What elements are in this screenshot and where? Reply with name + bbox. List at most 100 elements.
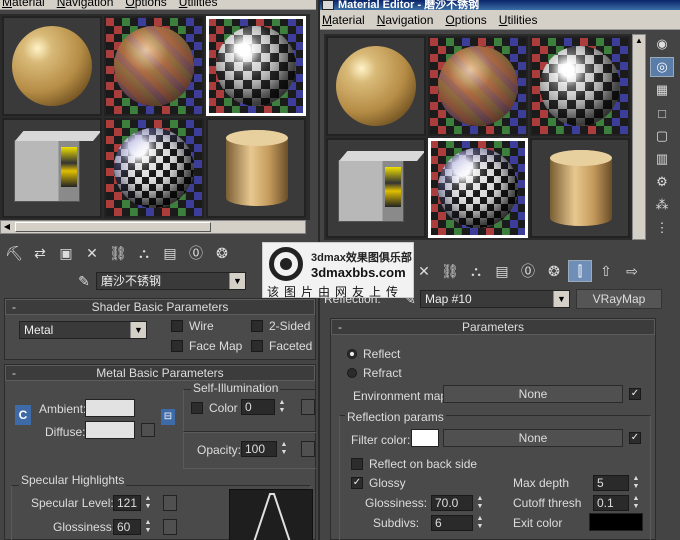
menu-options[interactable]: Options [125,0,166,9]
two-sided-checkbox[interactable] [251,320,263,332]
background-icon[interactable]: ▦ [650,80,674,100]
self-illum-spinner[interactable]: ▲ ▼ [277,399,287,415]
show-map-icon[interactable]: ❂ [542,260,566,282]
environment-map-button[interactable]: None [443,385,623,403]
specular-level-spinner[interactable]: ▲ ▼ [143,495,153,511]
select-by-material-icon[interactable]: ⁂ [650,195,674,215]
sample-type-icon[interactable]: ◉ [650,34,674,54]
make-unique-icon[interactable]: ⛬ [132,242,156,264]
max-depth-field[interactable]: 5 [593,475,629,491]
go-forward-sibling-icon[interactable]: ⇨ [620,260,644,282]
slots-horizontal-scrollbar[interactable]: ◀ [0,220,306,234]
cutoff-thresh-field[interactable]: 0.1 [593,495,629,511]
sample-slot-3[interactable] [206,16,306,116]
cutoff-thresh-spinner[interactable]: ▲ ▼ [631,495,641,511]
uv-tiling-icon[interactable]: □ [650,103,674,123]
metal-rollout-header[interactable]: - Metal Basic Parameters [5,365,315,381]
sample-slot-2[interactable] [104,16,204,116]
map-name-field[interactable]: Map #10 ▼ [420,290,570,308]
sample-slot-1[interactable] [326,36,426,136]
sample-slot-4[interactable] [326,138,426,238]
scroll-thumb[interactable] [15,222,211,232]
sample-slot-5[interactable] [104,118,204,218]
get-material-icon[interactable]: ⛏ [2,242,26,264]
dropdown-arrow-icon[interactable]: ▼ [130,322,146,338]
glossiness-spinner[interactable]: ▲ ▼ [475,495,485,511]
reflect-back-side-checkbox[interactable] [351,458,363,470]
environment-map-checkbox[interactable]: ✓ [629,388,641,400]
self-illum-map-button[interactable] [301,399,315,415]
map-type-button[interactable]: VRayMap [576,289,662,309]
go-to-parent-icon[interactable]: ⇧ [594,260,618,282]
make-copy-icon[interactable]: ⛓ [438,260,462,282]
reset-icon[interactable]: ✕ [80,242,104,264]
ambient-color-swatch[interactable] [85,399,135,417]
make-preview-icon[interactable]: ▥ [650,149,674,169]
assign-material-icon[interactable]: ▣ [54,242,78,264]
diffuse-map-button[interactable] [141,423,155,437]
opacity-field[interactable]: 100 [241,441,277,457]
sample-slot-6[interactable] [206,118,306,218]
put-to-library-icon[interactable]: ▤ [490,260,514,282]
make-copy-icon[interactable]: ⛓ [106,242,130,264]
material-navigator-icon[interactable]: ⋮ [650,218,674,238]
specular-level-field[interactable]: 121 [113,495,141,511]
sample-slot-3[interactable] [530,36,630,136]
options-icon[interactable]: ⚙ [650,172,674,192]
menu-utilities[interactable]: Utilities [499,13,538,27]
menu-material[interactable]: Material [322,13,365,27]
self-illum-color-checkbox[interactable] [191,402,203,414]
put-to-scene-icon[interactable]: ⇄ [28,242,52,264]
material-effects-icon[interactable]: ⓪ [516,260,540,282]
exit-color-swatch[interactable] [589,513,643,531]
dropdown-arrow-icon[interactable]: ▼ [553,291,569,307]
glossiness-field[interactable]: 70.0 [431,495,473,511]
reset-icon[interactable]: ✕ [412,260,436,282]
show-map-icon[interactable]: ❂ [210,242,234,264]
filter-color-swatch[interactable] [411,429,439,447]
opacity-map-button[interactable] [301,441,315,457]
menu-options[interactable]: Options [445,13,486,27]
sample-slot-4[interactable] [2,118,102,218]
show-end-result-icon[interactable]: ⫿ [568,260,592,282]
sample-slot-6[interactable] [530,138,630,238]
dropdown-arrow-icon[interactable]: ▼ [229,273,245,289]
shader-type-dropdown[interactable]: Metal ▼ [19,321,147,339]
filter-map-checkbox[interactable]: ✓ [629,432,641,444]
subdivs-field[interactable]: 6 [431,515,473,531]
menu-material[interactable]: Material [2,0,45,9]
opacity-spinner[interactable]: ▲ ▼ [279,441,289,457]
reflect-radio[interactable] [347,349,357,359]
self-illum-value-field[interactable]: 0 [241,399,275,415]
face-map-checkbox[interactable] [171,340,183,352]
refract-radio[interactable] [347,368,357,378]
glossiness-field[interactable]: 60 [113,519,141,535]
specular-level-map-button[interactable] [163,495,177,511]
eyedropper-icon[interactable]: ✎ [72,270,96,292]
menu-utilities[interactable]: Utilities [179,0,218,9]
filter-map-button[interactable]: None [443,429,623,447]
ambient-diffuse-lock-button[interactable]: C [15,405,31,425]
sample-slot-5[interactable] [428,138,528,238]
glossiness-map-button[interactable] [163,519,177,535]
scroll-up-arrow-icon[interactable]: ▲ [633,35,645,47]
video-check-icon[interactable]: ▢ [650,126,674,146]
put-to-library-icon[interactable]: ▤ [158,242,182,264]
shader-rollout-header[interactable]: - Shader Basic Parameters [5,299,315,315]
faceted-checkbox[interactable] [251,340,263,352]
glossiness-spinner[interactable]: ▲ ▼ [143,519,153,535]
sample-slot-2[interactable] [428,36,528,136]
scroll-left-arrow-icon[interactable]: ◀ [1,221,13,233]
menu-navigation[interactable]: Navigation [377,13,434,27]
backlight-icon[interactable]: ◎ [650,57,674,77]
slots-vertical-scrollbar[interactable]: ▲ [632,34,646,240]
subdivs-spinner[interactable]: ▲ ▼ [475,515,485,531]
glossy-checkbox[interactable]: ✓ [351,477,363,489]
lock-icon[interactable]: ⊟ [161,409,175,425]
sample-slot-1[interactable] [2,16,102,116]
max-depth-spinner[interactable]: ▲ ▼ [631,475,641,491]
diffuse-color-swatch[interactable] [85,421,135,439]
menu-navigation[interactable]: Navigation [57,0,114,9]
parameters-rollout-header[interactable]: - Parameters [331,319,655,335]
material-effects-icon[interactable]: ⓪ [184,242,208,264]
